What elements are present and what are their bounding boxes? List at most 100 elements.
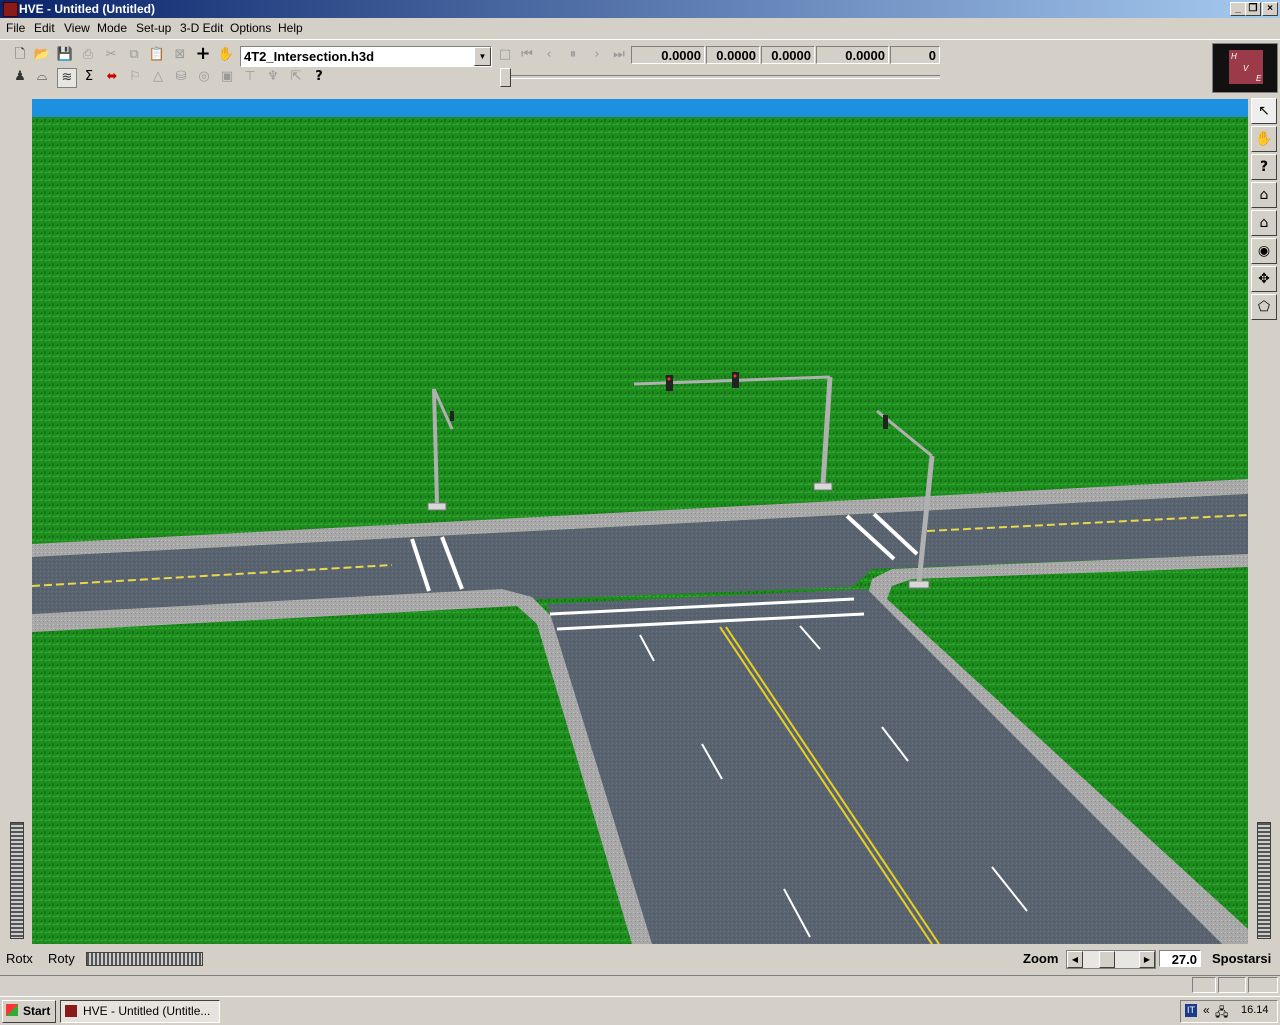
stop-icon[interactable]: □ — [496, 46, 514, 64]
playback-slider[interactable] — [500, 75, 940, 79]
delete-icon[interactable]: ⊠ — [171, 46, 189, 64]
menu-setup[interactable]: Set-up — [136, 21, 171, 35]
circle-icon[interactable]: ◎ — [195, 68, 213, 86]
move-label: Spostarsi — [1212, 951, 1272, 966]
eye-icon[interactable]: ◉ — [1251, 238, 1277, 264]
menu-help[interactable]: Help — [278, 21, 303, 35]
light-icon[interactable]: ♆ — [264, 68, 282, 86]
zoom-thumb[interactable] — [1099, 951, 1115, 968]
cone-icon[interactable]: △ — [149, 68, 167, 86]
hand-icon[interactable]: ✋ — [1251, 126, 1277, 152]
flag-icon[interactable]: ⚐ — [126, 68, 144, 86]
end-icon[interactable]: ⏭ — [610, 46, 628, 64]
title-bar: HVE - Untitled (Untitled) _ ❐ × — [0, 0, 1280, 18]
minimize-button[interactable]: _ — [1230, 2, 1246, 16]
save-icon[interactable]: 💾 — [56, 46, 74, 64]
menu-bar: File Edit View Mode Set-up 3-D Edit Opti… — [0, 18, 1280, 38]
barrel-icon[interactable]: ⛁ — [172, 68, 190, 86]
center-pole-base — [813, 482, 833, 491]
bottom-control-bar: Rotx Roty Zoom ◀ ▶ 27.0 Spostarsi — [0, 946, 1280, 972]
windows-logo-icon — [6, 1004, 18, 1016]
print-icon[interactable]: ⎙ — [79, 46, 97, 64]
copy-icon[interactable]: ⧉ — [125, 46, 143, 64]
chevron-left-icon[interactable]: « — [1203, 1003, 1210, 1017]
restore-button[interactable]: ❐ — [1245, 2, 1261, 16]
language-indicator[interactable]: IT — [1185, 1004, 1197, 1017]
left-signal-head — [450, 411, 454, 421]
taskbar: Start HVE - Untitled (Untitle... IT « 🖧 … — [0, 996, 1280, 1025]
arrow-icon[interactable]: ⇱ — [287, 68, 305, 86]
scene-svg — [32, 99, 1248, 944]
vehicle-icon[interactable]: ⌓ — [33, 68, 51, 86]
menu-mode[interactable]: Mode — [97, 21, 127, 35]
zoom-value[interactable]: 27.0 — [1159, 950, 1201, 967]
zoom-left-arrow[interactable]: ◀ — [1067, 951, 1083, 968]
home-icon[interactable]: ⌂ — [1251, 182, 1277, 208]
environment-icon[interactable]: ≋ — [57, 68, 77, 88]
roty-label: Roty — [48, 951, 75, 966]
question-icon[interactable]: ? — [1251, 154, 1277, 180]
readout-y: 0.0000 — [761, 46, 815, 64]
status-pane-3 — [1248, 977, 1278, 993]
move-icon[interactable]: ✥ — [1251, 266, 1277, 292]
new-icon[interactable]: 🗋 — [11, 46, 29, 64]
human-icon[interactable]: ♟ — [11, 68, 29, 86]
menu-3d-edit[interactable]: 3-D Edit — [180, 21, 223, 35]
readout-frame: 0 — [890, 46, 940, 64]
file-name: 4T2_Intersection.h3d — [244, 49, 375, 64]
split-icon[interactable]: ⬌ — [103, 68, 121, 86]
grab-icon[interactable]: ✋ — [217, 46, 235, 64]
box-icon[interactable]: ▣ — [218, 68, 236, 86]
start-button[interactable]: Start — [2, 1000, 56, 1023]
network-icon[interactable]: 🖧 — [1215, 1003, 1228, 1024]
left-pole-base — [427, 502, 447, 511]
system-tray: IT « 🖧 16.14 — [1180, 1000, 1278, 1023]
center-signal-light-1 — [667, 377, 671, 381]
left-rotation-wheel[interactable] — [10, 822, 24, 939]
playback-slider-thumb[interactable] — [500, 68, 511, 87]
close-button[interactable]: × — [1262, 2, 1278, 16]
right-signal-head — [883, 415, 888, 429]
roty-wheel[interactable] — [86, 952, 203, 966]
help-icon[interactable]: ? — [310, 68, 328, 86]
app-icon[interactable] — [3, 2, 18, 17]
status-bar — [0, 975, 1280, 996]
zoom-right-arrow[interactable]: ▶ — [1139, 951, 1155, 968]
rewind-icon[interactable]: ⏮ — [518, 46, 536, 64]
menu-view[interactable]: View — [64, 21, 90, 35]
open-icon[interactable]: 📂 — [33, 46, 51, 64]
right-zoom-wheel[interactable] — [1257, 822, 1271, 939]
readout-time: 0.0000 — [631, 46, 705, 64]
sum-icon[interactable]: Σ — [80, 68, 98, 86]
paste-icon[interactable]: 📋 — [148, 46, 166, 64]
perspective-icon[interactable]: ⬠ — [1251, 294, 1277, 320]
pause-icon[interactable]: ⏸ — [564, 46, 582, 64]
sky — [32, 99, 1248, 119]
cut-icon[interactable]: ✂ — [102, 46, 120, 64]
logo-letter-v: V — [1243, 64, 1249, 73]
rotx-label: Rotx — [6, 951, 33, 966]
menu-file[interactable]: File — [6, 21, 25, 35]
add-icon[interactable]: + — [194, 45, 212, 63]
step-back-icon[interactable]: ‹ — [540, 46, 558, 64]
menu-edit[interactable]: Edit — [34, 21, 55, 35]
zoom-scrollbar[interactable]: ◀ ▶ — [1066, 950, 1156, 969]
hve-app-icon — [65, 1005, 77, 1017]
home-set-icon[interactable]: ⌂ — [1251, 210, 1277, 236]
sign-icon[interactable]: ⊤ — [241, 68, 259, 86]
status-pane-2 — [1218, 977, 1246, 993]
menu-options[interactable]: Options — [230, 21, 271, 35]
right-pole-base — [908, 580, 930, 589]
taskbar-item-hve[interactable]: HVE - Untitled (Untitle... — [60, 1000, 220, 1023]
select-arrow-icon[interactable]: ↖ — [1251, 98, 1277, 124]
clock[interactable]: 16.14 — [1241, 1004, 1269, 1016]
hve-logo: H V E — [1212, 43, 1278, 93]
taskbar-item-label: HVE - Untitled (Untitle... — [83, 1004, 211, 1018]
step-forward-icon[interactable]: › — [588, 46, 606, 64]
status-pane-1 — [1192, 977, 1216, 993]
chevron-down-icon[interactable]: ▼ — [474, 47, 491, 66]
center-signal-light-2 — [733, 374, 737, 378]
left-panel — [0, 96, 31, 946]
3d-viewport[interactable] — [32, 99, 1248, 944]
file-selector[interactable]: 4T2_Intersection.h3d ▼ — [240, 46, 492, 67]
